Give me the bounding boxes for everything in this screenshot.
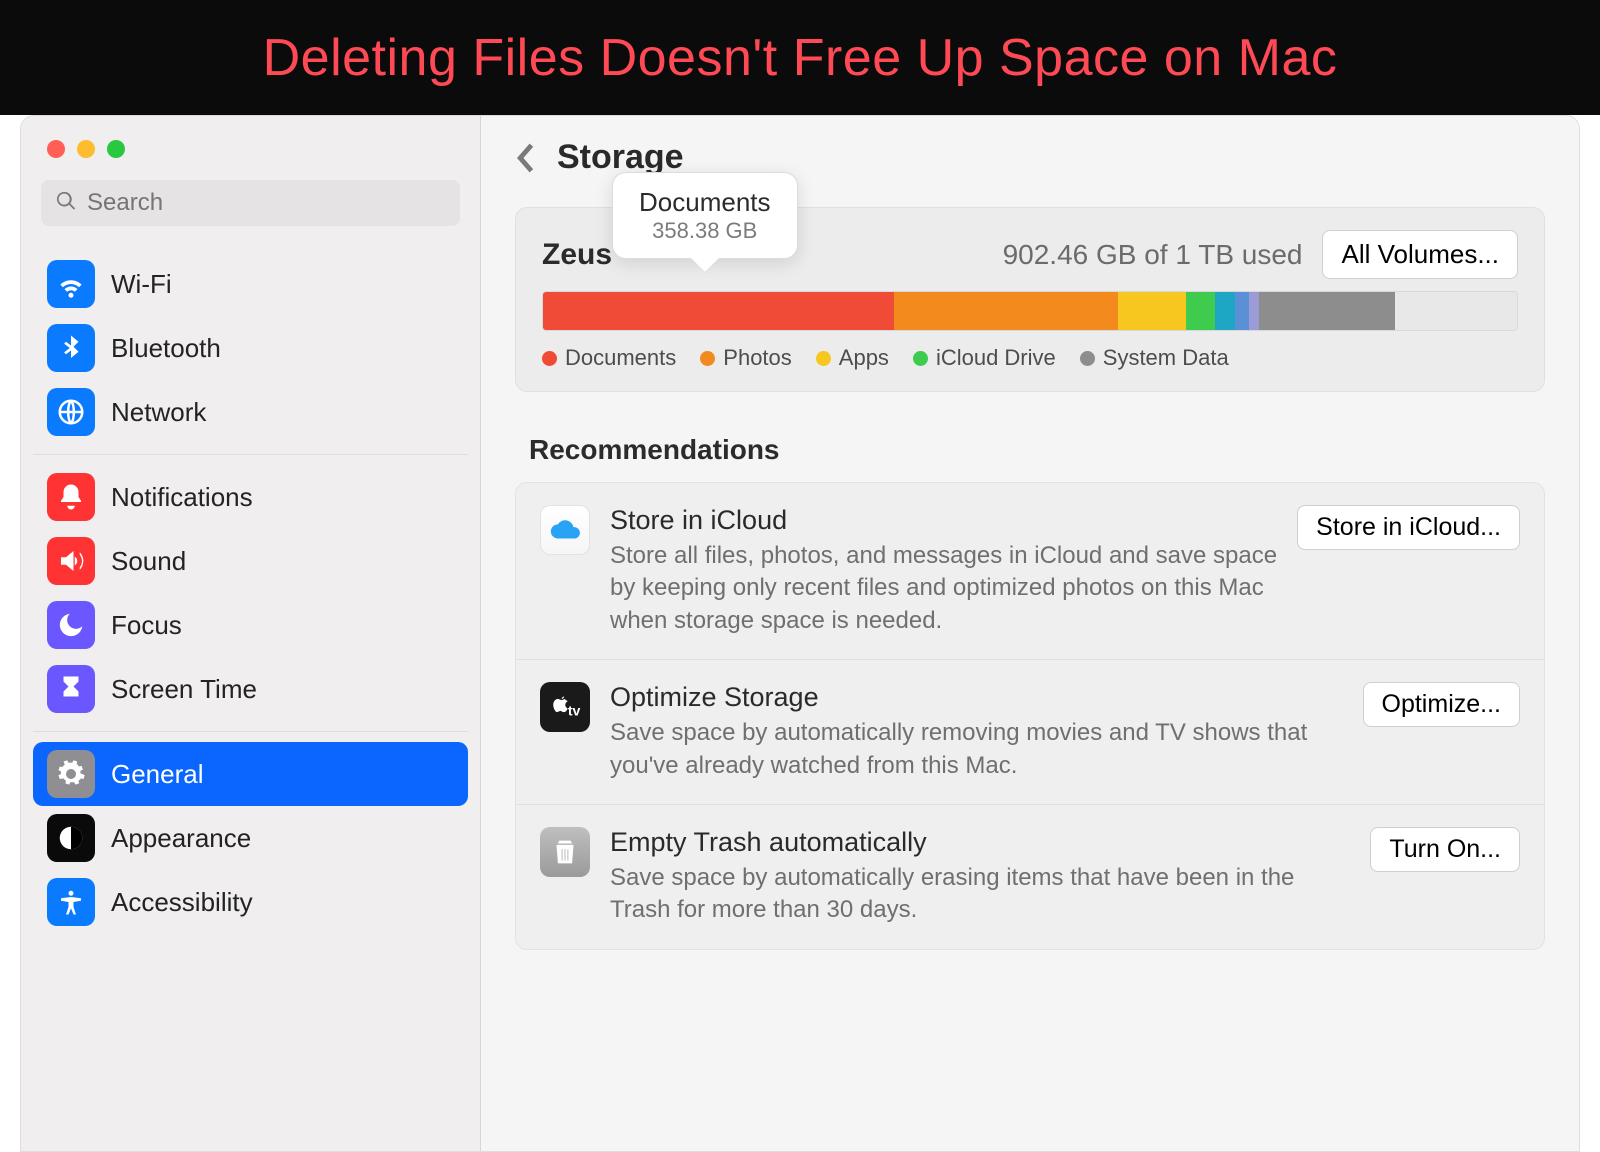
legend-dot-icon	[913, 351, 928, 366]
zoom-icon[interactable]	[107, 140, 125, 158]
search-wrap	[21, 180, 480, 242]
storage-segment[interactable]	[1395, 292, 1517, 330]
recommendation-desc: Save space by automatically removing mov…	[610, 717, 1343, 782]
sidebar-item-label: Accessibility	[111, 887, 253, 918]
storage-tooltip: Documents 358.38 GB	[612, 172, 798, 259]
sidebar-item-label: Wi-Fi	[111, 269, 172, 300]
optimize-button[interactable]: Optimize...	[1363, 682, 1520, 727]
sidebar: Wi-Fi Bluetooth Network Notifications	[21, 116, 481, 1151]
legend-item: Photos	[700, 345, 792, 371]
legend-item: Documents	[542, 345, 676, 371]
turn-on-button[interactable]: Turn On...	[1370, 827, 1520, 872]
storage-segment[interactable]	[894, 292, 1118, 330]
sidebar-item-general[interactable]: General	[33, 742, 468, 806]
back-button[interactable]	[515, 142, 535, 174]
search-field[interactable]	[41, 180, 460, 226]
sidebar-item-network[interactable]: Network	[33, 380, 468, 444]
gear-icon	[47, 750, 95, 798]
sidebar-list: Wi-Fi Bluetooth Network Notifications	[21, 242, 480, 1151]
recommendation-desc: Store all files, photos, and messages in…	[610, 540, 1277, 637]
legend-label: Photos	[723, 345, 792, 371]
recommendations-panel: Store in iCloud Store all files, photos,…	[515, 482, 1545, 950]
bluetooth-icon	[47, 324, 95, 372]
sidebar-item-bluetooth[interactable]: Bluetooth	[33, 316, 468, 380]
moon-icon	[47, 601, 95, 649]
legend-dot-icon	[542, 351, 557, 366]
trash-icon	[540, 827, 590, 877]
sidebar-item-notifications[interactable]: Notifications	[33, 465, 468, 529]
search-icon	[55, 190, 77, 217]
hourglass-icon	[47, 665, 95, 713]
banner: Deleting Files Doesn't Free Up Space on …	[0, 0, 1600, 115]
close-icon[interactable]	[47, 140, 65, 158]
sidebar-item-label: Screen Time	[111, 674, 257, 705]
legend-item: Apps	[816, 345, 889, 371]
sidebar-item-label: General	[111, 759, 204, 790]
recommendation-item: Store in iCloud Store all files, photos,…	[516, 483, 1544, 660]
storage-segment[interactable]	[1215, 292, 1234, 330]
sidebar-item-screentime[interactable]: Screen Time	[33, 657, 468, 721]
storage-bar[interactable]	[542, 291, 1518, 331]
contrast-icon	[47, 814, 95, 862]
sidebar-item-label: Sound	[111, 546, 186, 577]
legend-item: iCloud Drive	[913, 345, 1056, 371]
recommendation-title: Empty Trash automatically	[610, 827, 1350, 858]
legend-dot-icon	[816, 351, 831, 366]
store-in-icloud-button[interactable]: Store in iCloud...	[1297, 505, 1520, 550]
svg-text:tv: tv	[568, 704, 581, 720]
search-input[interactable]	[87, 189, 446, 217]
recommendation-item: Empty Trash automatically Save space by …	[516, 805, 1544, 949]
storage-segment[interactable]	[543, 292, 894, 330]
sidebar-item-focus[interactable]: Focus	[33, 593, 468, 657]
storage-segment[interactable]	[1118, 292, 1186, 330]
sidebar-item-appearance[interactable]: Appearance	[33, 806, 468, 870]
legend-dot-icon	[1080, 351, 1095, 366]
wifi-icon	[47, 260, 95, 308]
sidebar-item-sound[interactable]: Sound	[33, 529, 468, 593]
storage-segment[interactable]	[1259, 292, 1395, 330]
legend-label: Documents	[565, 345, 676, 371]
speaker-icon	[47, 537, 95, 585]
icloud-icon	[540, 505, 590, 555]
storage-segment[interactable]	[1249, 292, 1259, 330]
legend-label: System Data	[1103, 345, 1229, 371]
recommendation-title: Store in iCloud	[610, 505, 1277, 536]
recommendation-desc: Save space by automatically erasing item…	[610, 862, 1350, 927]
globe-icon	[47, 388, 95, 436]
legend-dot-icon	[700, 351, 715, 366]
volume-usage: 902.46 GB of 1 TB used	[1003, 239, 1303, 271]
sidebar-item-accessibility[interactable]: Accessibility	[33, 870, 468, 934]
sidebar-item-label: Bluetooth	[111, 333, 221, 364]
sidebar-item-label: Notifications	[111, 482, 253, 513]
accessibility-icon	[47, 878, 95, 926]
storage-legend: Documents Photos Apps iCloud Drive System Da…	[542, 345, 1518, 371]
all-volumes-button[interactable]: All Volumes...	[1322, 230, 1518, 279]
storage-segment[interactable]	[1186, 292, 1215, 330]
legend-item: System Data	[1080, 345, 1229, 371]
tooltip-title: Documents	[639, 187, 771, 218]
appletv-icon: tv	[540, 682, 590, 732]
recommendations-heading: Recommendations	[529, 434, 1545, 466]
recommendation-title: Optimize Storage	[610, 682, 1343, 713]
legend-label: Apps	[839, 345, 889, 371]
sidebar-item-label: Appearance	[111, 823, 251, 854]
tooltip-subtitle: 358.38 GB	[639, 218, 771, 244]
storage-panel: Documents 358.38 GB Zeus 902.46 GB of 1 …	[515, 207, 1545, 392]
storage-segment[interactable]	[1235, 292, 1250, 330]
window-controls	[21, 134, 480, 180]
settings-window: Wi-Fi Bluetooth Network Notifications	[20, 115, 1580, 1152]
sidebar-item-wifi[interactable]: Wi-Fi	[33, 252, 468, 316]
minimize-icon[interactable]	[77, 140, 95, 158]
sidebar-item-label: Network	[111, 397, 206, 428]
bell-icon	[47, 473, 95, 521]
recommendation-item: tv Optimize Storage Save space by automa…	[516, 660, 1544, 805]
sidebar-item-label: Focus	[111, 610, 182, 641]
legend-label: iCloud Drive	[936, 345, 1056, 371]
banner-title: Deleting Files Doesn't Free Up Space on …	[263, 28, 1338, 88]
main-content: Storage Documents 358.38 GB Zeus 902.46 …	[481, 116, 1579, 1151]
